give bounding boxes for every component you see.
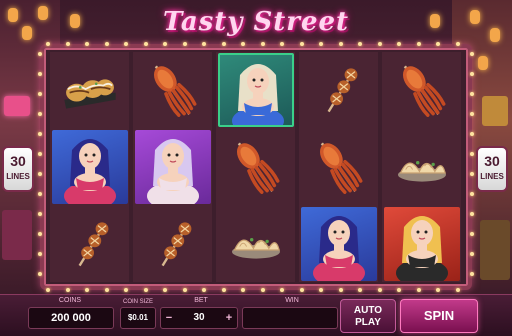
reel-cell	[381, 129, 462, 204]
lantern-icon	[22, 26, 32, 40]
spin-button[interactable]: SPIN	[400, 299, 478, 333]
reel-cell	[216, 129, 297, 204]
auto-play-button[interactable]: AUTO PLAY	[340, 299, 396, 333]
shop-sign	[480, 220, 510, 280]
reel-cell	[216, 52, 297, 127]
reel-cell	[133, 207, 214, 282]
reel-cell	[50, 52, 131, 127]
coin-size-label: COIN SIZE	[122, 299, 153, 305]
bet-label: BET	[194, 297, 208, 304]
blue-haired-girl-symbol	[300, 207, 377, 282]
lantern-icon	[478, 56, 488, 70]
wild-girl-symbol	[217, 52, 294, 127]
lines-indicator-left: 30 LINES	[2, 146, 34, 192]
coins-label: COINS	[58, 297, 82, 304]
lines-label: LINES	[6, 172, 30, 181]
lines-count: 30	[484, 153, 500, 169]
grilled-squid-symbol	[221, 132, 291, 202]
reel-cell	[298, 129, 379, 204]
shop-sign	[482, 96, 508, 126]
bet-increase-button[interactable]: +	[222, 310, 236, 326]
neon-sign	[4, 96, 30, 116]
reel-grid	[50, 52, 462, 282]
reel-cell	[133, 52, 214, 127]
reel-cell	[381, 207, 462, 282]
blue-haired-girl-symbol	[52, 129, 129, 204]
dumpling-symbol	[387, 132, 457, 202]
reel-cell	[298, 207, 379, 282]
game-screen: Tasty Street 30 LINES 30 LINES COINS 200…	[0, 0, 512, 336]
coins-value: 200 000	[28, 307, 114, 329]
reel-cell	[133, 129, 214, 204]
lantern-icon	[70, 14, 80, 28]
dumpling-symbol	[221, 209, 291, 279]
lantern-icon	[490, 28, 500, 42]
reel-cell	[216, 207, 297, 282]
win-label: WIN	[285, 297, 299, 304]
meatball-skewer-symbol	[55, 209, 125, 279]
grilled-squid-symbol	[304, 132, 374, 202]
blonde-girl-symbol	[383, 207, 460, 282]
lantern-icon	[470, 10, 480, 24]
meatball-skewer-symbol	[304, 55, 374, 125]
lantern-icon	[430, 14, 440, 28]
control-bar: COINS 200 000 COIN SIZE $0.01 BET 30 − +…	[0, 294, 512, 336]
grilled-squid-symbol	[387, 55, 457, 125]
reel-cell	[50, 207, 131, 282]
lines-indicator-right: 30 LINES	[476, 146, 508, 192]
lantern-icon	[38, 6, 48, 20]
game-title-logo: Tasty Street	[162, 7, 350, 37]
lantern-icon	[8, 8, 18, 22]
reel-cell	[298, 52, 379, 127]
meatball-skewer-symbol	[138, 209, 208, 279]
shop-sign	[2, 210, 32, 260]
reel-cell	[50, 129, 131, 204]
win-value	[242, 307, 338, 329]
grilled-squid-symbol	[138, 55, 208, 125]
bet-decrease-button[interactable]: −	[162, 310, 176, 326]
purple-girl-symbol	[135, 129, 212, 204]
takoyaki-symbol	[55, 55, 125, 125]
lines-label: LINES	[480, 172, 504, 181]
coin-size-selector[interactable]: $0.01	[120, 307, 156, 329]
lines-count: 30	[10, 153, 26, 169]
reel-cell	[381, 52, 462, 127]
